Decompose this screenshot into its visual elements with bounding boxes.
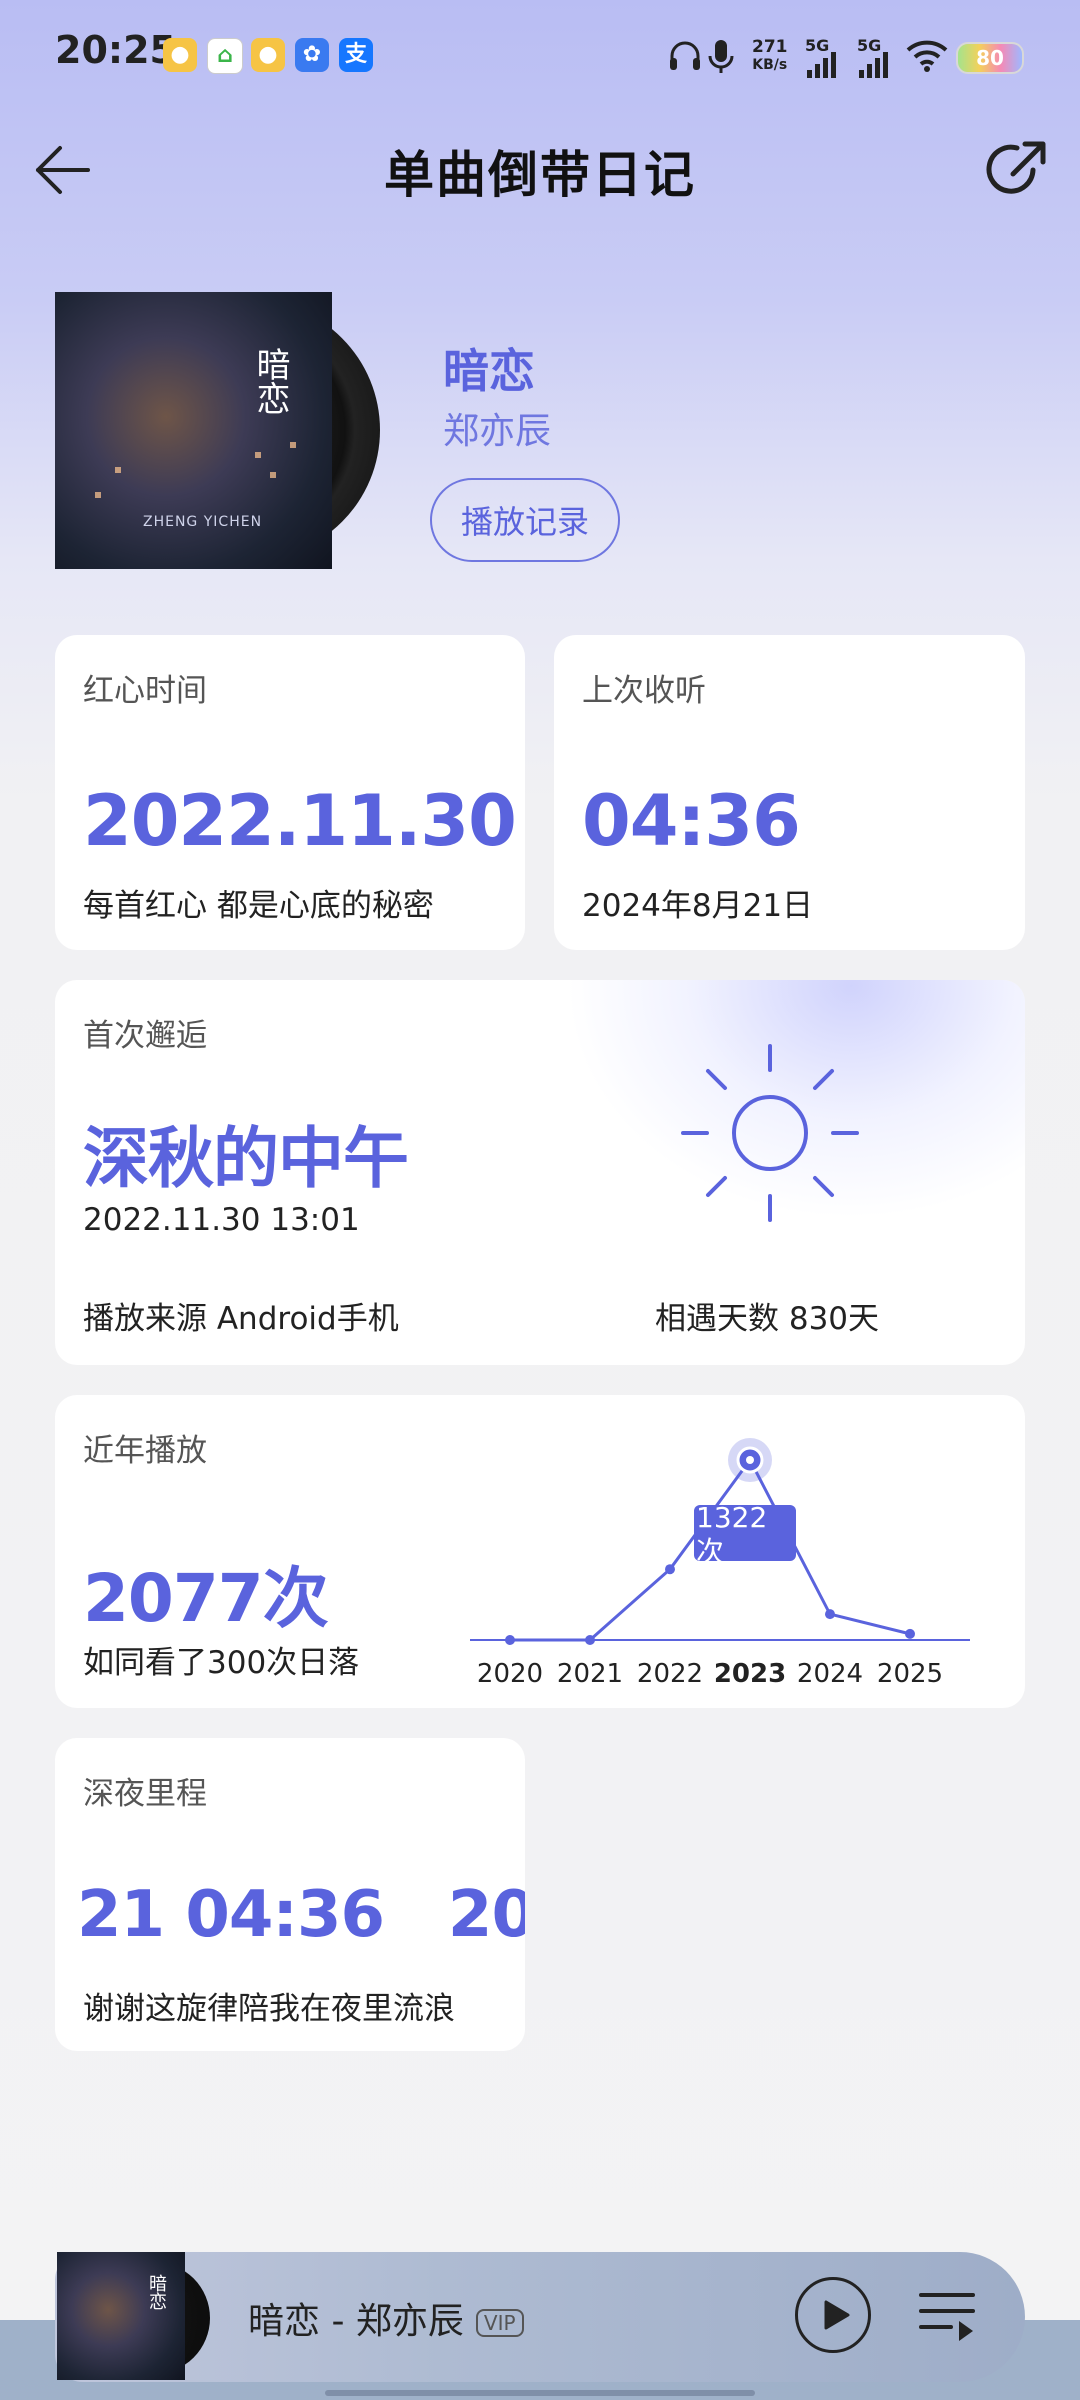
song-artist[interactable]: 郑亦辰 bbox=[443, 402, 551, 454]
x-tick-label: 2025 bbox=[877, 1659, 943, 1689]
first-meet-card: 首次邂逅 深秋的中午 2022.11.30 13:01 播放来源 Android… bbox=[55, 980, 1025, 1365]
card-label: 红心时间 bbox=[83, 673, 207, 709]
x-tick-label: 2020 bbox=[477, 1659, 543, 1689]
card-label: 上次收听 bbox=[582, 673, 706, 709]
signal-icon: 5G bbox=[857, 36, 895, 80]
player-track[interactable]: 暗恋 - 郑亦辰 VIP bbox=[248, 2292, 524, 2344]
mini-album-cover[interactable]: 暗恋 bbox=[57, 2252, 185, 2380]
play-icon bbox=[824, 2300, 850, 2330]
recent-plays-card: 近年播放 2077次 如同看了300次日落 2020 2021 2022 1322 次 2… bbox=[55, 1395, 1025, 1708]
wifi-icon bbox=[906, 40, 948, 72]
vip-badge: VIP bbox=[475, 2309, 524, 2337]
net-speed: 271 KB/s bbox=[752, 37, 788, 73]
data-point[interactable] bbox=[825, 1609, 835, 1620]
last-listen-card: 上次收听 04:36 2024年8月21日 bbox=[554, 635, 1025, 950]
song-title: 暗恋 bbox=[443, 344, 535, 398]
first-meet-value: 深秋的中午 bbox=[83, 1120, 409, 1197]
status-bar: 20:25 ● ⌂ ● ✿ 支 271 KB/s 5G 5G 80 bbox=[0, 0, 1080, 110]
headphone-mic-icon bbox=[670, 40, 734, 73]
data-point[interactable] bbox=[505, 1635, 515, 1645]
heart-time-value: 2022.11.30 bbox=[83, 780, 517, 862]
x-tick-label: 2024 bbox=[797, 1659, 863, 1689]
data-point[interactable] bbox=[665, 1564, 675, 1575]
value-tooltip: 1322 次 bbox=[694, 1505, 796, 1561]
status-time: 20:25 bbox=[55, 28, 176, 72]
cover-subtitle: ZHENG YICHEN bbox=[143, 514, 263, 530]
data-point[interactable] bbox=[585, 1635, 595, 1645]
heart-time-caption: 每首红心 都是心底的秘密 bbox=[83, 888, 434, 924]
home-app-icon: ⌂ bbox=[207, 38, 243, 74]
last-listen-value: 04:36 bbox=[582, 780, 801, 862]
play-record-button[interactable]: 播放记录 bbox=[430, 478, 620, 562]
alipay-icon: 支 bbox=[339, 38, 373, 72]
play-source: 播放来源 Android手机 bbox=[83, 1301, 399, 1337]
plays-line-chart: 2020 2021 2022 1322 次 2023 2024 2025 bbox=[470, 1438, 970, 1689]
app-notification-icon: ● bbox=[251, 38, 285, 72]
x-tick-label: 2022 bbox=[637, 1659, 703, 1689]
x-tick-label: 2021 bbox=[557, 1659, 623, 1689]
recent-plays-caption: 如同看了300次日落 bbox=[83, 1645, 360, 1681]
last-listen-caption: 2024年8月21日 bbox=[582, 888, 814, 924]
baidu-icon: ✿ bbox=[295, 38, 329, 72]
player-title: 暗恋 - 郑亦辰 bbox=[248, 2301, 464, 2342]
sun-icon bbox=[681, 1044, 859, 1222]
battery-icon: 80 bbox=[956, 42, 1024, 74]
share-icon[interactable] bbox=[985, 138, 1049, 202]
x-tick-label: 2023 bbox=[714, 1659, 786, 1689]
cover-title: 暗恋 bbox=[250, 347, 290, 415]
first-meet-datetime: 2022.11.30 13:01 bbox=[83, 1202, 360, 1238]
card-label: 近年播放 bbox=[83, 1433, 207, 1469]
page-title: 单曲倒带日记 bbox=[384, 146, 696, 204]
late-night-caption: 谢谢这旋律陪我在夜里流浪 bbox=[83, 1991, 455, 2027]
card-label: 首次邂逅 bbox=[83, 1018, 207, 1054]
signal-icon: 5G bbox=[805, 36, 843, 80]
highlight-point-center bbox=[746, 1456, 754, 1464]
playlist-icon[interactable] bbox=[915, 2285, 979, 2345]
card-label: 深夜里程 bbox=[83, 1776, 207, 1812]
mini-cover-title: 暗恋 bbox=[146, 2274, 167, 2310]
app-notification-icon: ● bbox=[163, 38, 197, 72]
heart-time-card: 红心时间 2022.11.30 每首红心 都是心底的秘密 bbox=[55, 635, 525, 950]
meet-days: 相遇天数 830天 bbox=[655, 1301, 880, 1337]
play-button[interactable] bbox=[795, 2277, 871, 2353]
late-night-value: 21 04:36 202 bbox=[77, 1878, 525, 1952]
data-point[interactable] bbox=[905, 1628, 915, 1639]
recent-plays-value: 2077次 bbox=[83, 1560, 329, 1637]
album-cover[interactable]: 暗恋 ZHENG YICHEN bbox=[55, 292, 332, 569]
late-night-card: 深夜里程 21 04:36 202 谢谢这旋律陪我在夜里流浪 bbox=[55, 1738, 525, 2051]
home-indicator[interactable] bbox=[325, 2390, 755, 2396]
